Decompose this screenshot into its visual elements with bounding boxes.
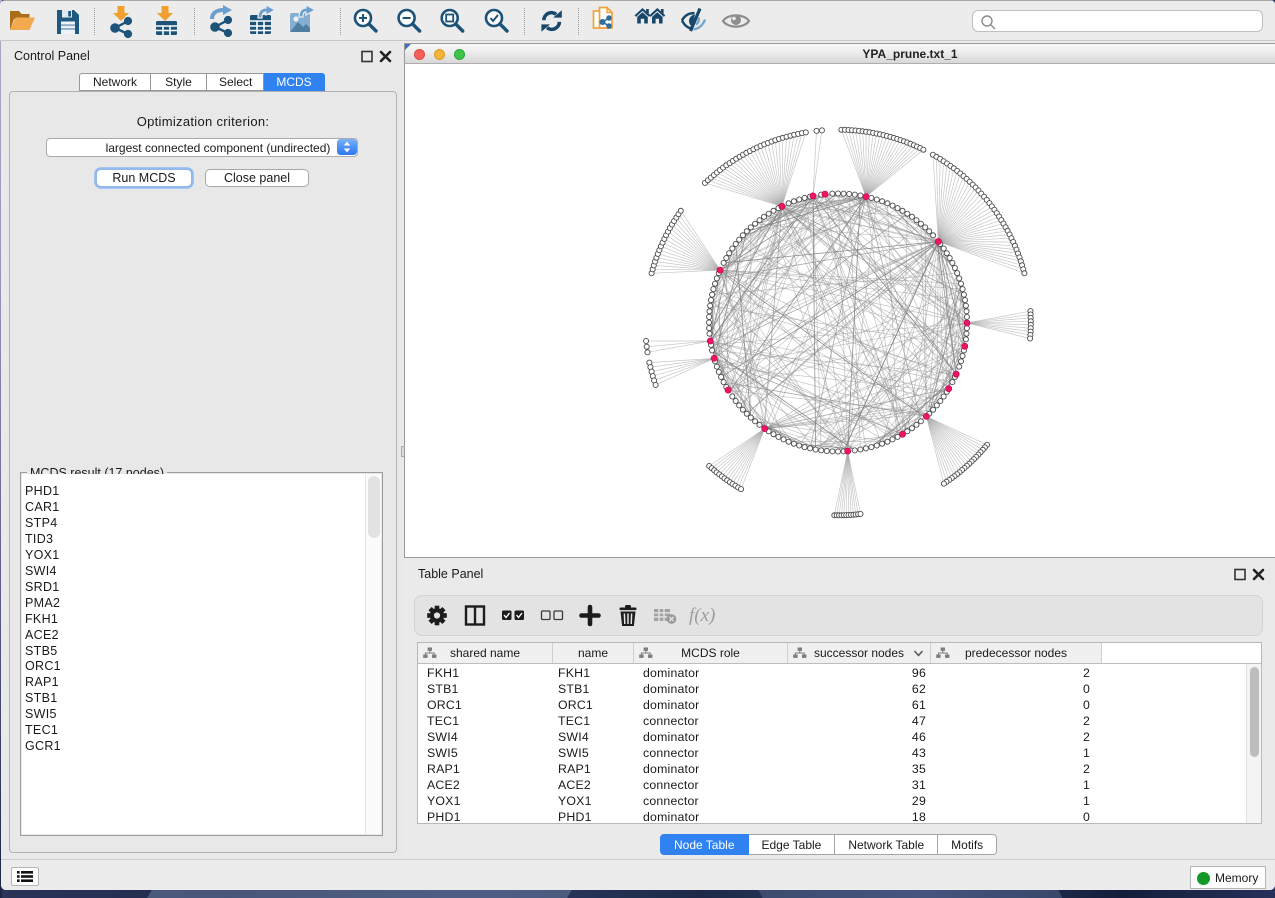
svg-text:f(x): f(x) [689, 605, 715, 626]
